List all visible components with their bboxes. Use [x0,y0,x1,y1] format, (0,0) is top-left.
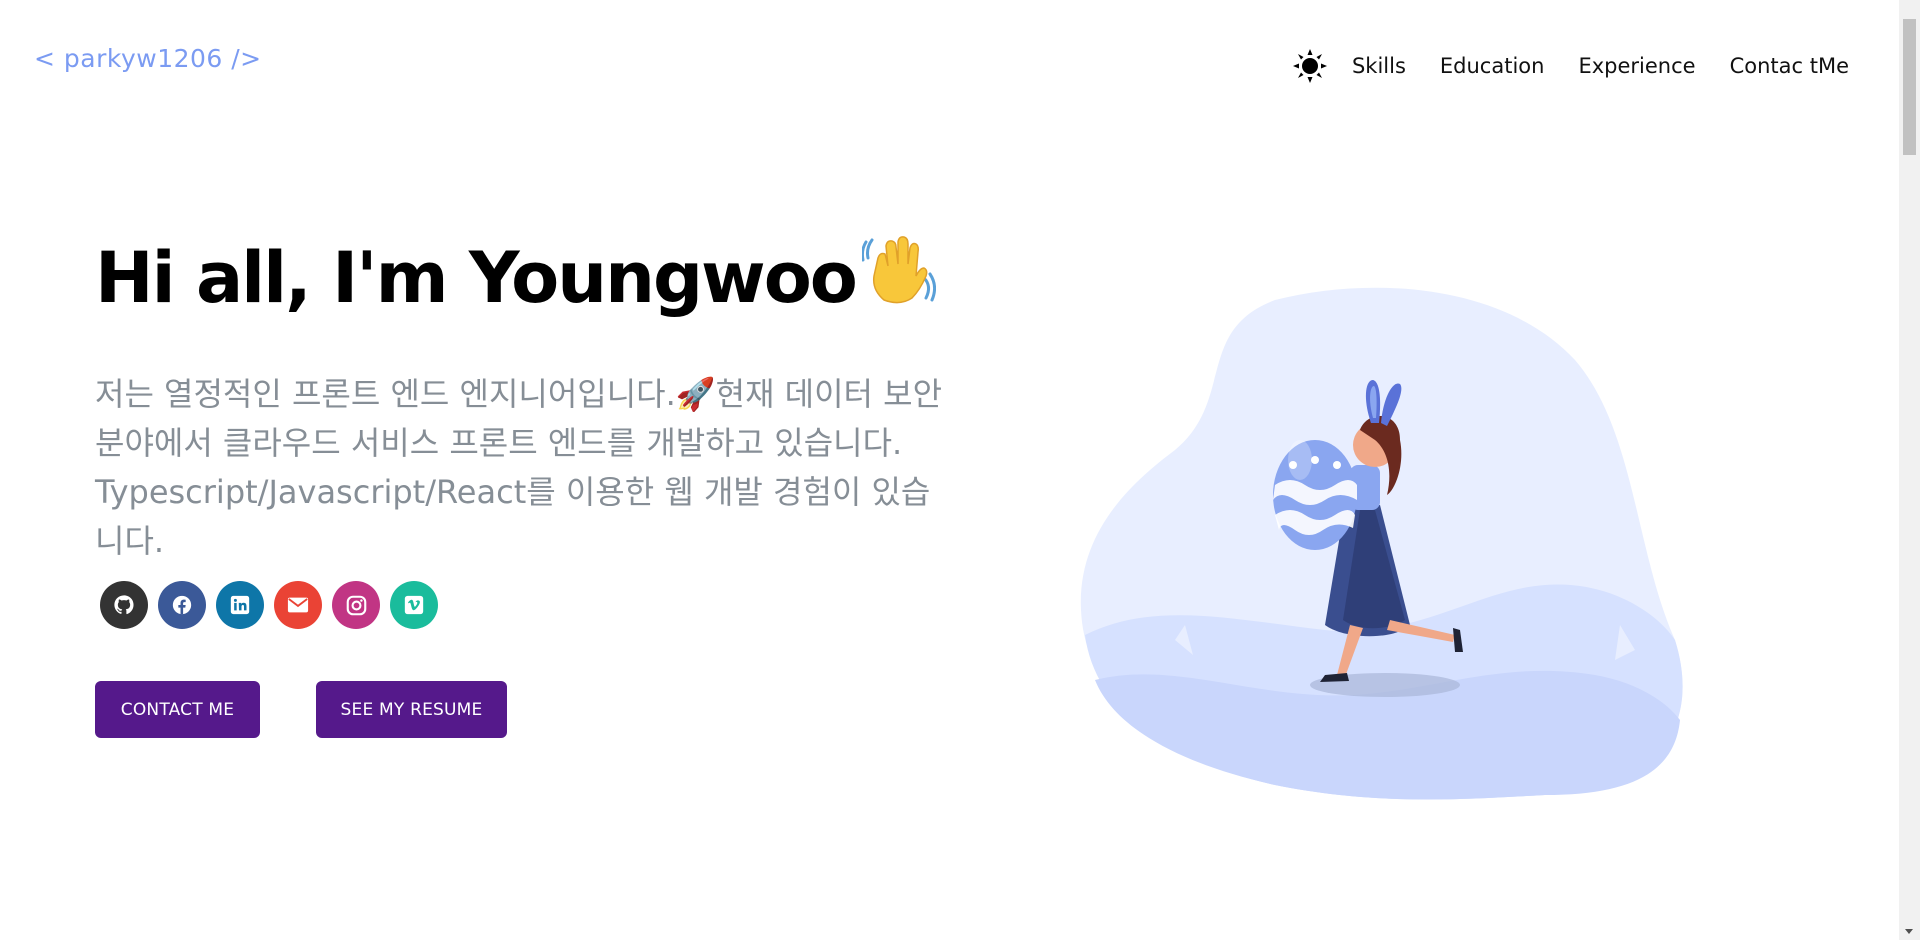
scroll-down-arrow-icon[interactable] [1905,929,1913,934]
vimeo-link[interactable] [390,581,438,629]
portfolio-page: < parkyw1206 /> Skills Education Experie… [0,0,1899,940]
page-scrollbar[interactable] [1899,0,1920,940]
main-nav: Skills Education Experience Contac tMe [1290,46,1849,86]
github-icon [114,595,134,615]
greeting-heading: Hi all, I'm Youngwoo [95,232,936,323]
waving-hand-icon [860,232,936,323]
see-resume-button[interactable]: SEE MY RESUME [316,681,507,738]
facebook-link[interactable] [158,581,206,629]
nav-contact[interactable]: Contac tMe [1730,54,1849,78]
intro-text: 저는 열정적인 프론트 엔드 엔지니어입니다.🚀현재 데이터 보안 분야에서 클… [95,375,943,560]
sun-icon [1292,49,1327,83]
instagram-icon [346,595,366,615]
social-links [100,581,448,629]
email-icon [287,597,309,613]
email-link[interactable] [274,581,322,629]
greeting-text: Hi all, I'm Youngwoo [95,236,858,319]
nav-skills[interactable]: Skills [1352,54,1406,78]
instagram-link[interactable] [332,581,380,629]
linkedin-icon [230,595,250,615]
nav-experience[interactable]: Experience [1578,54,1695,78]
github-link[interactable] [100,581,148,629]
hero-illustration [1080,287,1683,800]
scrollbar-thumb[interactable] [1903,19,1916,155]
hero-buttons: CONTACT ME SEE MY RESUME [95,681,507,738]
vimeo-icon [404,595,424,615]
site-logo[interactable]: < parkyw1206 /> [34,44,262,73]
theme-toggle-button[interactable] [1290,46,1330,86]
contact-me-button[interactable]: CONTACT ME [95,681,260,738]
facebook-icon [172,595,192,615]
nav-education[interactable]: Education [1440,54,1545,78]
linkedin-link[interactable] [216,581,264,629]
